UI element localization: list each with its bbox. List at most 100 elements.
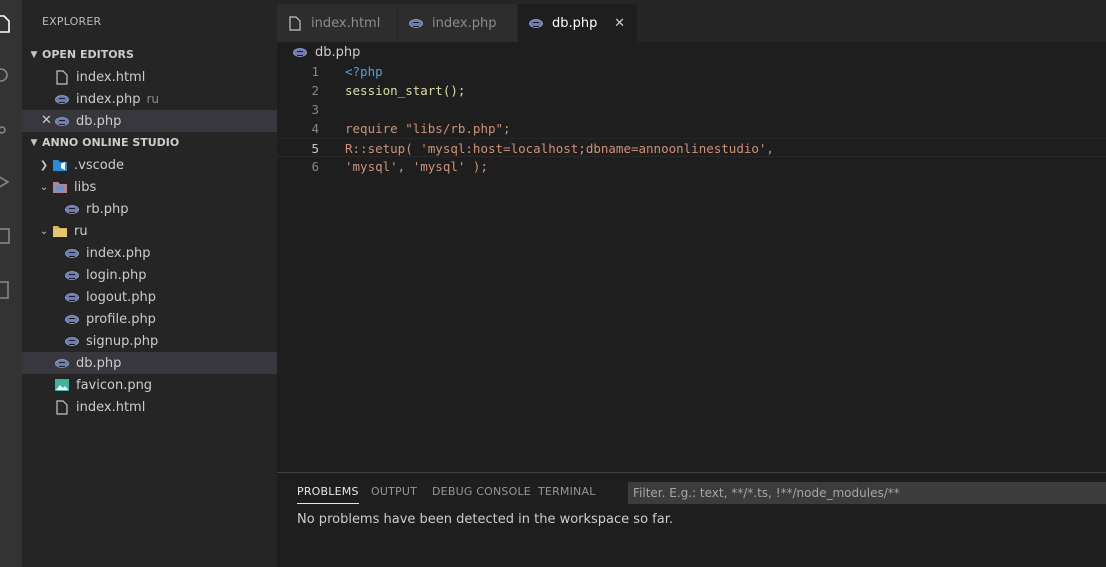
open-editors-label: OPEN EDITORS xyxy=(42,48,134,61)
workspace-label: ANNO ONLINE STUDIO xyxy=(42,136,180,149)
open-editor-item-active[interactable]: ✕ db.php xyxy=(22,110,277,132)
folder-icon xyxy=(52,223,68,239)
search-icon[interactable] xyxy=(0,66,12,86)
file-icon xyxy=(287,15,303,31)
line-text: R::setup( 'mysql:host=localhost;dbname=a… xyxy=(345,141,774,156)
bottom-panel: PROBLEMS OUTPUT DEBUG CONSOLE TERMINAL F… xyxy=(277,472,1106,567)
panel-tab-terminal[interactable]: TERMINAL xyxy=(538,485,596,498)
chevron-down-icon: ⌄ xyxy=(39,225,49,237)
open-editor-item[interactable]: index.html xyxy=(22,66,277,88)
code-line: 2 session_start(); xyxy=(277,81,1106,100)
open-editors-header[interactable]: ▼ OPEN EDITORS xyxy=(22,44,277,66)
explorer-icon[interactable] xyxy=(0,14,12,34)
tree-item-label: profile.php xyxy=(86,311,156,327)
vscode-folder-icon xyxy=(52,157,68,173)
problems-message: No problems have been detected in the wo… xyxy=(297,512,673,527)
tab-index-html[interactable]: index.html xyxy=(277,4,397,42)
panel-tab-output[interactable]: OUTPUT xyxy=(371,485,417,498)
line-number: 4 xyxy=(311,121,319,136)
breadcrumb-label: db.php xyxy=(315,44,361,60)
tree-item-label: .vscode xyxy=(74,157,124,173)
tree-item-label: logout.php xyxy=(86,289,156,305)
code-line: 1 <?php xyxy=(277,62,1106,81)
line-number: 6 xyxy=(311,159,319,174)
close-icon[interactable]: ✕ xyxy=(614,16,625,31)
extensions-icon[interactable] xyxy=(0,226,12,246)
tree-file[interactable]: rb.php xyxy=(22,198,277,220)
code-line: 6 'mysql', 'mysql' ); xyxy=(277,157,1106,176)
tab-db-php[interactable]: db.php ✕ xyxy=(518,4,637,42)
tree-item-label: signup.php xyxy=(86,333,159,349)
tree-folder-ru[interactable]: ⌄ ru xyxy=(22,220,277,242)
tree-file[interactable]: profile.php xyxy=(22,308,277,330)
php-icon xyxy=(408,15,424,31)
tree-item-label: login.php xyxy=(86,267,147,283)
line-number: 3 xyxy=(311,102,319,117)
tab-label: index.html xyxy=(311,15,381,31)
chevron-down-icon: ▼ xyxy=(30,138,38,148)
tree-file[interactable]: logout.php xyxy=(22,286,277,308)
run-debug-icon[interactable] xyxy=(0,172,12,192)
php-icon xyxy=(64,311,80,327)
tree-item-label: favicon.png xyxy=(76,377,153,393)
code-line-current: 5 R::setup( 'mysql:host=localhost;dbname… xyxy=(277,138,1106,157)
tab-label: db.php xyxy=(552,15,598,31)
tree-file[interactable]: favicon.png xyxy=(22,374,277,396)
explorer-sidebar: EXPLORER ▼ OPEN EDITORS index.html index… xyxy=(22,0,277,567)
file-icon xyxy=(54,399,70,415)
remote-explorer-icon[interactable] xyxy=(0,280,12,300)
tree-file[interactable]: signup.php xyxy=(22,330,277,352)
open-editor-description: ru xyxy=(146,92,159,106)
tree-file[interactable]: index.php xyxy=(22,242,277,264)
source-control-icon[interactable] xyxy=(0,120,12,140)
open-editor-label: index.php xyxy=(76,91,141,107)
code-line: 4 require "libs/rb.php"; xyxy=(277,119,1106,138)
php-icon xyxy=(64,245,80,261)
line-number: 5 xyxy=(311,141,319,156)
line-text: 'mysql', 'mysql' ); xyxy=(345,159,488,174)
tree-file[interactable]: login.php xyxy=(22,264,277,286)
php-icon xyxy=(54,113,70,129)
open-editor-label: db.php xyxy=(76,113,122,129)
sidebar-title: EXPLORER xyxy=(42,15,102,28)
open-editor-item[interactable]: index.php ru xyxy=(22,88,277,110)
tree-item-label: ru xyxy=(74,223,88,239)
tree-item-label: index.php xyxy=(86,245,151,261)
php-icon xyxy=(528,15,544,31)
code-editor[interactable]: 1 <?php 2 session_start(); 3 4 require "… xyxy=(277,62,1106,472)
tab-label: index.php xyxy=(432,15,497,31)
image-icon xyxy=(54,377,70,393)
chevron-down-icon: ▼ xyxy=(30,50,38,60)
chevron-down-icon: ⌄ xyxy=(39,181,49,193)
close-icon[interactable]: ✕ xyxy=(41,113,52,128)
php-icon xyxy=(293,47,307,57)
tree-item-label: libs xyxy=(74,179,97,195)
problems-filter-input[interactable]: Filter. E.g.: text, **/*.ts, !**/node_mo… xyxy=(628,482,1106,504)
folder-icon xyxy=(52,179,68,195)
file-icon xyxy=(54,69,70,85)
chevron-right-icon: ❯ xyxy=(39,159,49,171)
tree-item-label: index.html xyxy=(76,399,146,415)
tree-item-label: rb.php xyxy=(86,201,129,217)
breadcrumb[interactable]: db.php xyxy=(277,42,1106,62)
tree-folder-vscode[interactable]: ❯ .vscode xyxy=(22,154,277,176)
panel-tab-debug-console[interactable]: DEBUG CONSOLE xyxy=(432,485,531,498)
tree-folder-libs[interactable]: ⌄ libs xyxy=(22,176,277,198)
open-editor-label: index.html xyxy=(76,69,146,85)
php-icon xyxy=(54,91,70,107)
php-icon xyxy=(64,333,80,349)
php-icon xyxy=(64,267,80,283)
line-number: 1 xyxy=(311,64,319,79)
tree-file[interactable]: index.html xyxy=(22,396,277,418)
line-text: require "libs/rb.php"; xyxy=(345,121,511,136)
panel-tab-problems[interactable]: PROBLEMS xyxy=(297,485,359,504)
php-icon xyxy=(64,201,80,217)
line-text: <?php xyxy=(345,64,383,79)
php-icon xyxy=(64,289,80,305)
tab-index-php[interactable]: index.php xyxy=(398,4,517,42)
editor-tabs: index.html index.php db.php ✕ xyxy=(277,0,1106,42)
php-icon xyxy=(54,355,70,371)
tree-file-selected[interactable]: db.php xyxy=(22,352,277,374)
workspace-header[interactable]: ▼ ANNO ONLINE STUDIO xyxy=(22,132,277,154)
line-text: session_start(); xyxy=(345,83,466,98)
